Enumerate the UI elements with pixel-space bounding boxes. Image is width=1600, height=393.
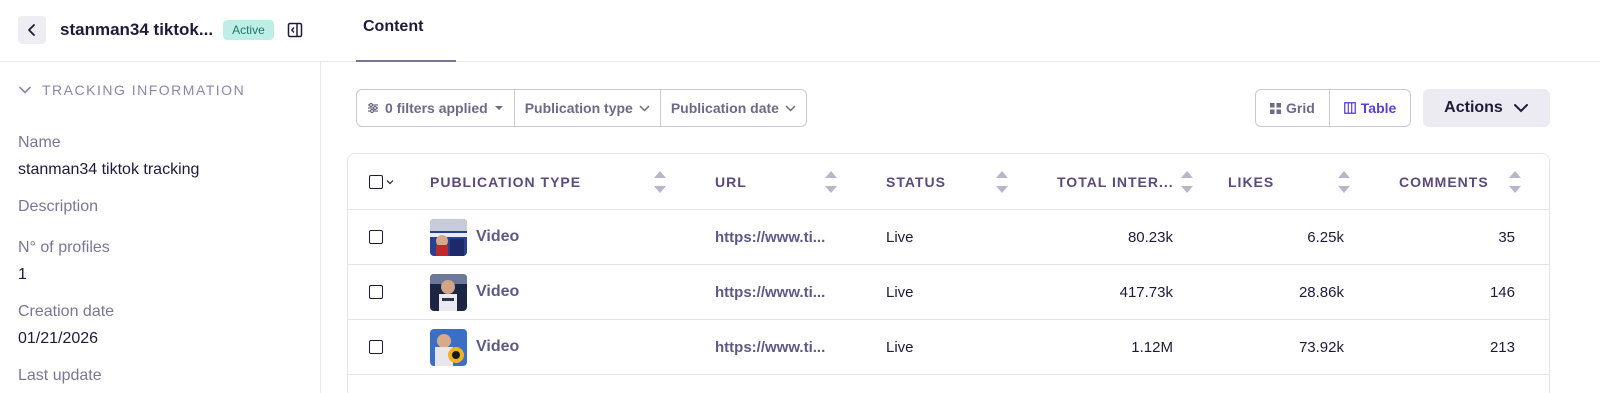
- page-title: stanman34 tiktok...: [60, 20, 214, 39]
- total-interactions-cell: 1.12M: [1131, 338, 1173, 356]
- columns-icon: [1343, 102, 1356, 114]
- sidebar-collapse-icon: [287, 22, 302, 38]
- comments-cell: 35: [1498, 228, 1515, 246]
- field-label-last-update: Last update: [18, 367, 102, 384]
- url-link[interactable]: https://www.ti...: [715, 229, 825, 246]
- chevron-left-icon: [28, 24, 35, 36]
- tabs-divider: [320, 61, 1600, 62]
- caret-down-icon: [494, 106, 503, 110]
- actions-label: Actions: [1444, 99, 1503, 116]
- content-table: PUBLICATION TYPE URL STATUS TOTAL INTER.…: [347, 153, 1550, 393]
- video-thumbnail[interactable]: [430, 328, 467, 366]
- sort-status-icon[interactable]: [996, 171, 1008, 193]
- actions-button[interactable]: Actions: [1423, 89, 1550, 127]
- filter-bar: 0 filters applied Publication type Publi…: [356, 89, 807, 127]
- grid-icon: [1270, 102, 1281, 114]
- publication-type-link[interactable]: Video: [476, 338, 519, 356]
- row-checkbox[interactable]: [369, 285, 383, 299]
- back-button[interactable]: [18, 16, 46, 44]
- column-header-likes[interactable]: LIKES: [1228, 154, 1274, 209]
- video-thumbnail[interactable]: [430, 273, 467, 311]
- grid-view-button[interactable]: Grid: [1256, 90, 1330, 126]
- select-all-control[interactable]: [369, 154, 394, 209]
- column-header-publication-type[interactable]: PUBLICATION TYPE: [430, 154, 581, 209]
- likes-cell: 28.86k: [1298, 283, 1344, 301]
- publication-type-link[interactable]: Video: [476, 228, 519, 246]
- sort-likes-icon[interactable]: [1338, 171, 1350, 193]
- field-value-creation-date: 01/21/2026: [18, 330, 99, 347]
- table-header: PUBLICATION TYPE URL STATUS TOTAL INTER.…: [348, 154, 1549, 210]
- publication-type-label: Publication type: [524, 100, 633, 116]
- field-label-name: Name: [18, 134, 61, 151]
- field-value-profiles: 1: [18, 266, 27, 283]
- tracking-information-toggle[interactable]: TRACKING INFORMATION: [18, 82, 245, 98]
- field-label-creation-date: Creation date: [18, 303, 115, 320]
- sort-total-interactions-icon[interactable]: [1181, 171, 1193, 193]
- select-all-checkbox[interactable]: [369, 174, 383, 189]
- filters-button[interactable]: 0 filters applied: [357, 90, 515, 126]
- row-checkbox[interactable]: [369, 230, 383, 244]
- video-thumbnail[interactable]: [430, 218, 467, 256]
- publication-date-label: Publication date: [670, 100, 779, 116]
- url-link[interactable]: https://www.ti...: [715, 284, 825, 301]
- record-header: stanman34 tiktok... Active: [0, 0, 320, 60]
- status-cell: Live: [886, 283, 914, 301]
- total-interactions-cell: 80.23k: [1127, 228, 1173, 246]
- video-thumbnail-image: [430, 218, 467, 256]
- chevron-down-icon: [19, 86, 31, 94]
- table-row[interactable]: Video https://www.ti... Live 80.23k 6.25…: [348, 210, 1549, 265]
- likes-cell: 73.92k: [1298, 338, 1344, 356]
- chevron-down-icon: [785, 104, 796, 112]
- sidebar-divider: [320, 61, 321, 393]
- comments-cell: 146: [1489, 283, 1515, 301]
- table-view-button[interactable]: Table: [1329, 90, 1411, 126]
- table-row[interactable]: Video https://www.ti... Live 417.73k 28.…: [348, 265, 1549, 320]
- sort-publication-type-icon[interactable]: [654, 171, 666, 193]
- row-checkbox[interactable]: [369, 340, 383, 354]
- comments-cell: 213: [1489, 338, 1515, 356]
- sort-url-icon[interactable]: [825, 171, 837, 193]
- sidebar-collapse-button[interactable]: [286, 21, 304, 39]
- publication-date-filter[interactable]: Publication date: [661, 90, 806, 126]
- sliders-icon: [368, 102, 378, 114]
- grid-view-label: Grid: [1286, 100, 1315, 116]
- status-badge: Active: [223, 20, 274, 40]
- publication-type-link[interactable]: Video: [476, 283, 519, 301]
- column-header-url[interactable]: URL: [715, 154, 747, 209]
- section-title: TRACKING INFORMATION: [42, 82, 246, 98]
- column-header-comments[interactable]: COMMENTS: [1399, 154, 1489, 209]
- filters-label: 0 filters applied: [385, 100, 488, 116]
- table-view-label: Table: [1360, 100, 1397, 116]
- chevron-down-icon: [639, 104, 650, 112]
- video-thumbnail-image: [430, 328, 467, 366]
- view-toggle: Grid Table: [1255, 89, 1412, 127]
- active-tab-indicator: [356, 60, 456, 62]
- column-header-total-interactions[interactable]: TOTAL INTER...: [1057, 154, 1174, 209]
- chevron-down-icon[interactable]: [386, 179, 394, 185]
- url-link[interactable]: https://www.ti...: [715, 339, 825, 356]
- column-header-status[interactable]: STATUS: [886, 154, 946, 209]
- sort-comments-icon[interactable]: [1509, 171, 1521, 193]
- status-cell: Live: [886, 338, 914, 356]
- status-cell: Live: [886, 228, 914, 246]
- tab-content[interactable]: Content: [363, 18, 423, 36]
- field-label-description: Description: [18, 198, 99, 215]
- total-interactions-cell: 417.73k: [1119, 283, 1173, 301]
- video-thumbnail-image: [430, 273, 467, 311]
- header-divider: [0, 61, 320, 62]
- field-label-profiles: N° of profiles: [18, 239, 110, 256]
- publication-type-filter[interactable]: Publication type: [515, 90, 661, 126]
- table-row[interactable]: Video https://www.ti... Live 1.12M 73.92…: [348, 320, 1549, 375]
- field-value-name: stanman34 tiktok tracking: [18, 161, 200, 178]
- chevron-down-icon: [1513, 104, 1528, 113]
- likes-cell: 6.25k: [1307, 228, 1344, 246]
